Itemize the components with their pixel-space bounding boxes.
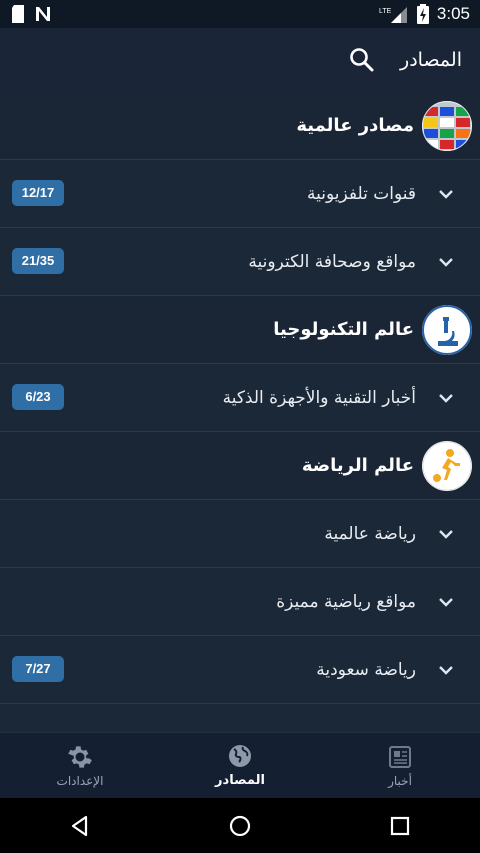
list-item-label: مواقع وصحافة الكترونية bbox=[248, 252, 416, 272]
home-button[interactable] bbox=[220, 806, 260, 846]
chevron-down-icon bbox=[439, 394, 453, 403]
list-item-world-sports[interactable]: رياضة عالمية bbox=[0, 500, 480, 568]
recents-button[interactable] bbox=[380, 806, 420, 846]
nav-sources-label: المصادر bbox=[215, 773, 265, 788]
newspaper-icon bbox=[389, 745, 411, 768]
list-item-label: أخبار التقنية والأجهزة الذكية bbox=[222, 388, 416, 408]
count-badge: 6/23 bbox=[12, 384, 64, 410]
list-item-label: قنوات تلفزيونية bbox=[307, 184, 416, 204]
nav-settings[interactable]: الإعدادات bbox=[20, 744, 140, 788]
list-item-websites-press[interactable]: مواقع وصحافة الكترونية 21/35 bbox=[0, 228, 480, 296]
list-item-label: مواقع رياضية مميزة bbox=[276, 592, 416, 612]
app-bar: المصادر bbox=[0, 28, 480, 92]
clock: 3:05 bbox=[436, 4, 470, 23]
lte-signal-icon: LTE bbox=[379, 5, 409, 23]
chevron-down-icon bbox=[439, 530, 453, 539]
globe-icon bbox=[229, 745, 251, 767]
list-item-label: رياضة عالمية bbox=[324, 524, 416, 544]
sd-card-icon bbox=[10, 5, 26, 23]
chevron-down-icon bbox=[439, 666, 453, 675]
list-item-tech-news[interactable]: أخبار التقنية والأجهزة الذكية 6/23 bbox=[0, 364, 480, 432]
back-triangle-icon bbox=[71, 815, 88, 836]
world-flags-globe-icon bbox=[422, 101, 472, 151]
search-icon bbox=[350, 48, 374, 72]
list-item-featured-sports-sites[interactable]: مواقع رياضية مميزة bbox=[0, 568, 480, 636]
soccer-player-icon bbox=[422, 441, 472, 491]
recents-square-icon bbox=[390, 816, 410, 835]
chevron-down-icon bbox=[439, 258, 453, 267]
group-header-tech-world[interactable]: عالم التكنولوجيا bbox=[0, 296, 480, 364]
nav-settings-label: الإعدادات bbox=[56, 773, 104, 788]
battery-charging-icon bbox=[416, 4, 429, 24]
list-item-tv-channels[interactable]: قنوات تلفزيونية 12/17 bbox=[0, 160, 480, 228]
list-item-label: رياضة سعودية bbox=[316, 660, 416, 680]
list-item-saudi-sports[interactable]: رياضة سعودية 7/27 bbox=[0, 636, 480, 704]
group-title: عالم التكنولوجيا bbox=[273, 319, 414, 340]
group-title: مصادر عالمية bbox=[296, 115, 414, 136]
lte-label: LTE bbox=[379, 8, 392, 15]
nav-sources[interactable]: المصادر bbox=[180, 743, 300, 788]
bottom-navigation: الإعدادات المصادر أخبار bbox=[0, 732, 480, 798]
status-bar: LTE 3:05 bbox=[0, 0, 480, 28]
group-header-sports-world[interactable]: عالم الرياضة bbox=[0, 432, 480, 500]
nav-news[interactable]: أخبار bbox=[340, 744, 460, 788]
n-notification-icon bbox=[34, 5, 52, 23]
search-button[interactable] bbox=[348, 46, 376, 74]
system-navigation-bar bbox=[0, 798, 480, 853]
nav-news-label: أخبار bbox=[388, 773, 412, 788]
group-title: عالم الرياضة bbox=[301, 455, 414, 476]
home-circle-icon bbox=[229, 815, 251, 836]
count-badge: 7/27 bbox=[12, 656, 64, 682]
microscope-icon bbox=[422, 305, 472, 355]
chevron-down-icon bbox=[439, 598, 453, 607]
group-header-world-sources[interactable]: مصادر عالمية bbox=[0, 92, 480, 160]
count-badge: 21/35 bbox=[12, 248, 64, 274]
chevron-down-icon bbox=[439, 190, 453, 199]
count-badge: 12/17 bbox=[12, 180, 64, 206]
gear-icon bbox=[68, 745, 92, 768]
back-button[interactable] bbox=[60, 806, 100, 846]
page-title: المصادر bbox=[400, 49, 462, 71]
sources-list: مصادر عالمية قنوات تلفزيونية 12/17 مواقع… bbox=[0, 92, 480, 732]
